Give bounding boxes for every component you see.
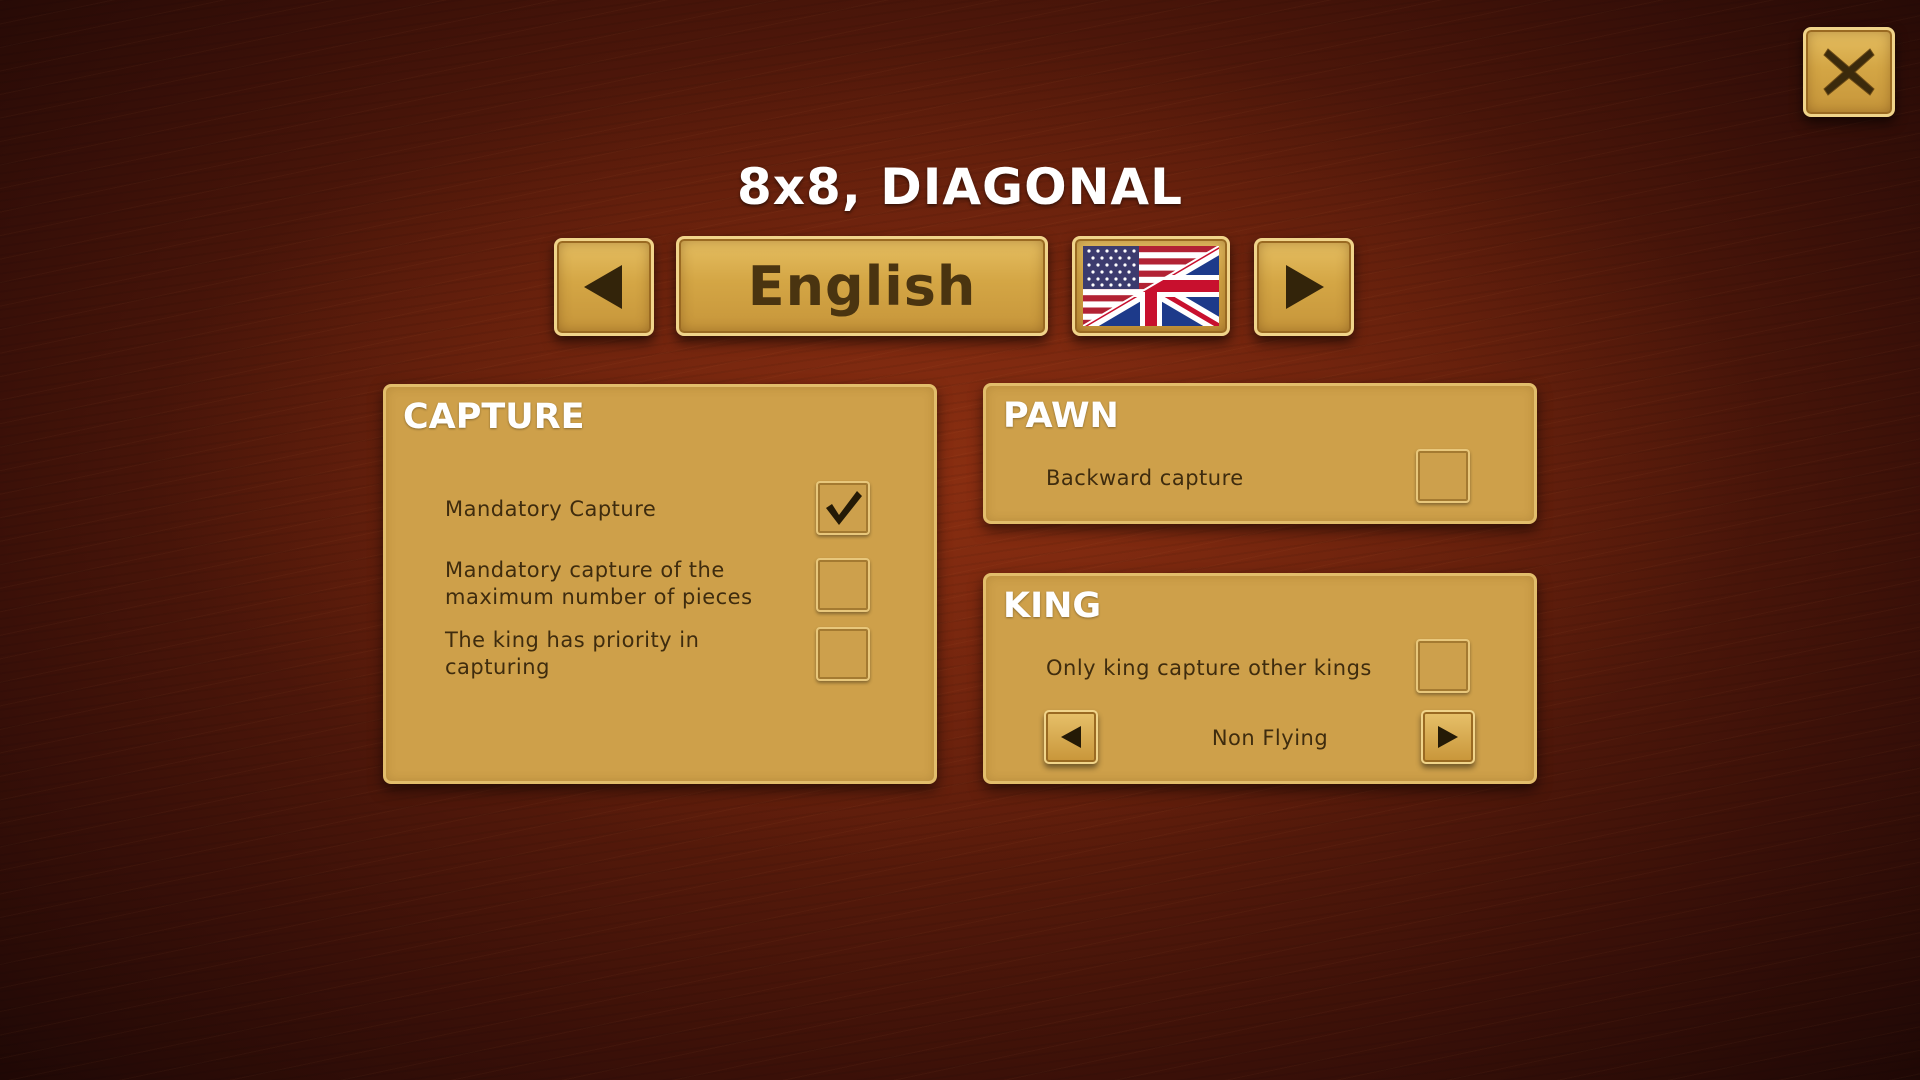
option-label-only-king-captures-kings: Only king capture other kings [1046,656,1372,680]
pawn-heading: PAWN [1003,396,1119,436]
option-label-line: Mandatory Capture [445,497,657,521]
next-king-mode-button[interactable] [1421,710,1475,764]
option-label-king-priority: The king has priority in capturing [445,627,805,681]
arrow-right-icon [1438,726,1458,748]
us-uk-flag-icon [1083,246,1219,326]
mandatory-capture-checkbox[interactable] [816,481,870,535]
previous-king-mode-button[interactable] [1044,710,1098,764]
close-button[interactable] [1803,27,1895,117]
option-label-mandatory-capture: Mandatory Capture [445,496,805,523]
capture-panel: CAPTURE Mandatory Capture Mandatory capt… [383,384,937,784]
max-pieces-checkbox[interactable] [816,558,870,612]
option-label-line: The king has priority in [445,628,700,652]
backward-capture-checkbox[interactable] [1416,449,1470,503]
checkmark-icon [826,491,862,525]
capture-heading: CAPTURE [403,397,585,437]
arrow-left-icon [1061,726,1081,748]
option-label-max-pieces: Mandatory capture of the maximum number … [445,557,805,611]
language-label: English [676,236,1048,336]
only-king-captures-kings-checkbox[interactable] [1416,639,1470,693]
arrow-right-icon [1286,265,1324,309]
pawn-panel: PAWN Backward capture [983,383,1537,524]
language-flag [1072,236,1230,336]
next-language-button[interactable] [1254,238,1354,336]
previous-language-button[interactable] [554,238,654,336]
king-mode-label: Non Flying [1211,726,1329,750]
king-panel: KING Only king capture other kings Non F… [983,573,1537,784]
option-label-line: Mandatory capture of the [445,558,725,582]
option-label-line: maximum number of pieces [445,585,753,609]
arrow-left-icon [584,265,622,309]
king-priority-checkbox[interactable] [816,627,870,681]
close-x-icon [1823,48,1875,96]
option-label-backward-capture: Backward capture [1046,466,1244,490]
option-label-line: capturing [445,655,550,679]
ruleset-title: 8x8, DIAGONAL [737,158,1183,216]
king-heading: KING [1003,586,1102,626]
